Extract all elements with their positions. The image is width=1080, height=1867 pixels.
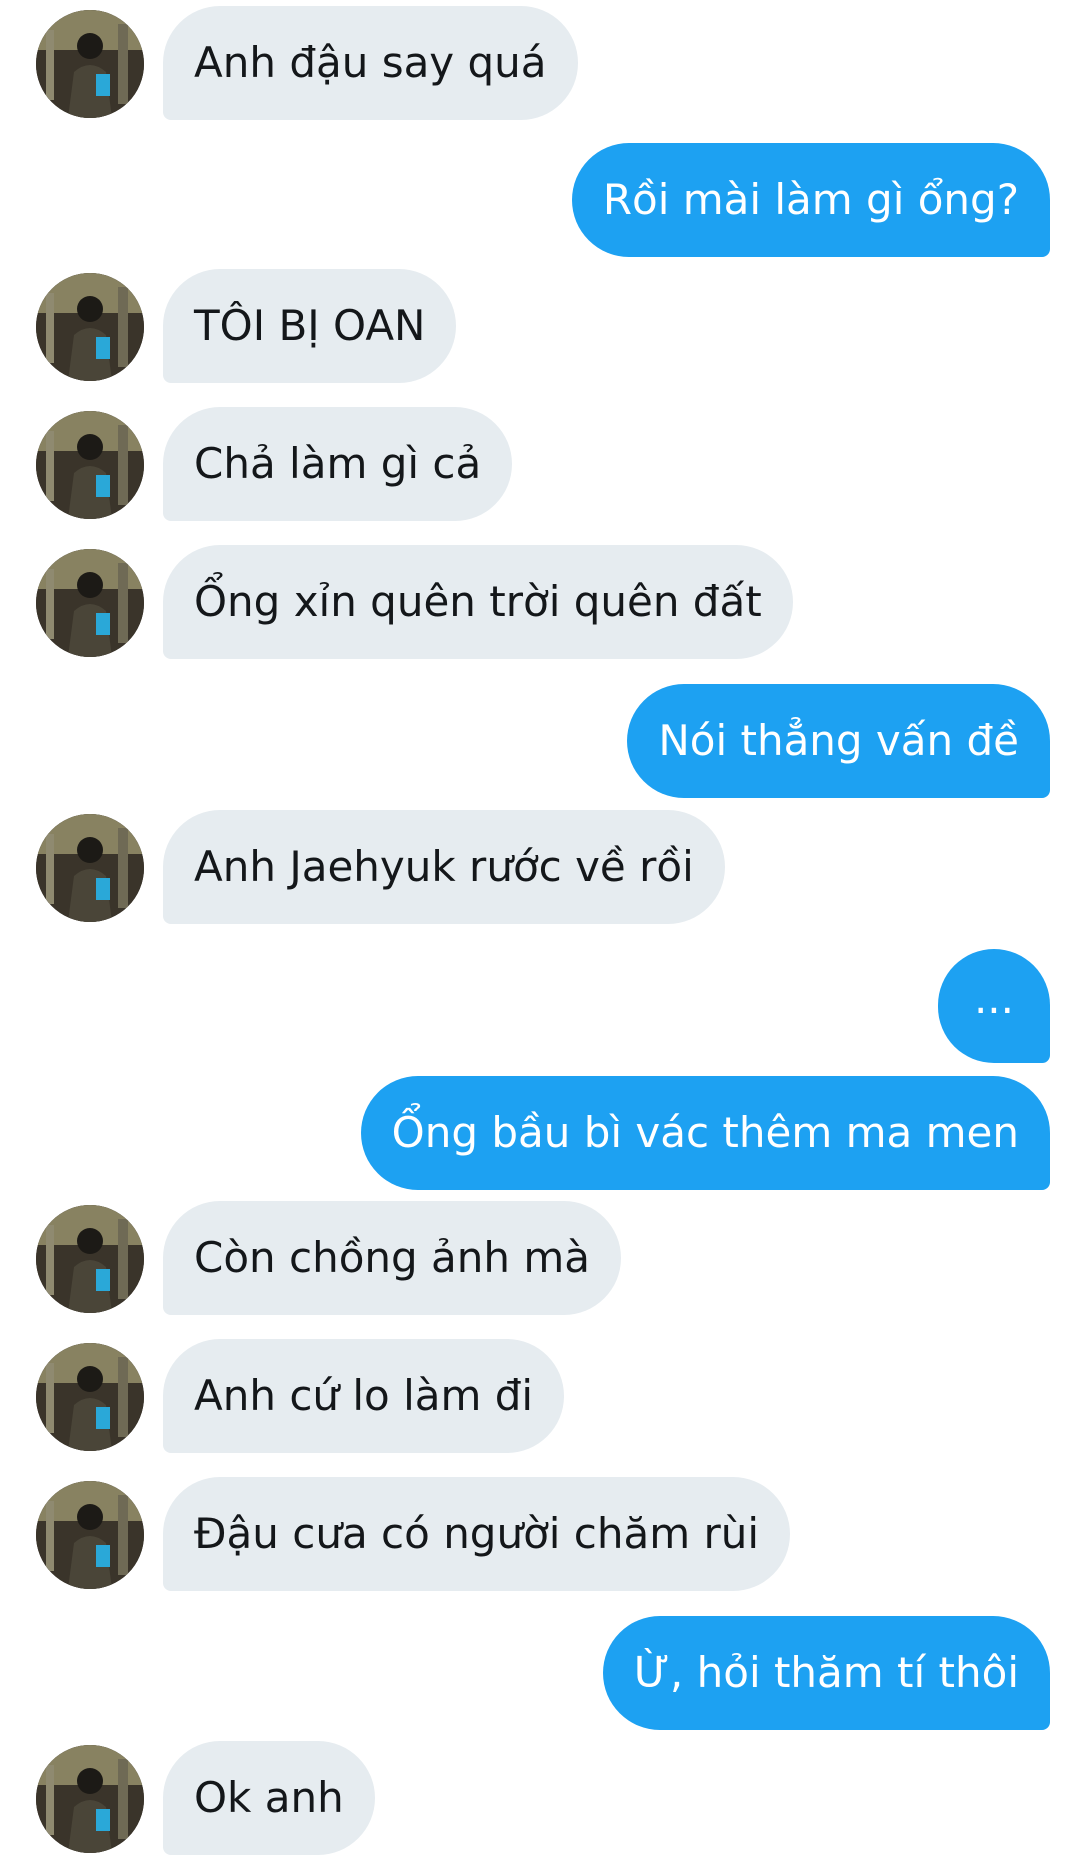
message-bubble[interactable]: Anh cứ lo làm đi [163, 1339, 565, 1453]
contact-avatar[interactable] [36, 10, 144, 118]
message-bubble[interactable]: Chả làm gì cả [163, 407, 513, 521]
message-bubble[interactable]: Anh đậu say quá [163, 6, 578, 120]
message-bubble[interactable]: Đậu cưa có người chăm rùi [163, 1477, 791, 1591]
message-bubble[interactable]: TÔI BỊ OAN [163, 269, 457, 383]
avatar-photo-icon [36, 411, 144, 519]
avatar-photo-icon [36, 549, 144, 657]
message-bubble[interactable]: Ừ, hỏi thăm tí thôi [602, 1616, 1050, 1730]
avatar-photo-icon [36, 273, 144, 381]
message-thread: Anh đậu say quá Rồi mài làm gì ổng? TÔI … [0, 0, 1080, 1867]
contact-avatar[interactable] [36, 1745, 144, 1853]
contact-avatar[interactable] [36, 1205, 144, 1313]
contact-avatar[interactable] [36, 411, 144, 519]
message-bubble[interactable]: Ổng bầu bì vác thêm ma men [360, 1076, 1050, 1190]
avatar-photo-icon [36, 1343, 144, 1451]
avatar-photo-icon [36, 1481, 144, 1589]
avatar-photo-icon [36, 1745, 144, 1853]
message-bubble[interactable]: Còn chồng ảnh mà [163, 1201, 622, 1315]
avatar-photo-icon [36, 814, 144, 922]
message-bubble[interactable]: ... [937, 949, 1050, 1063]
contact-avatar[interactable] [36, 273, 144, 381]
message-bubble[interactable]: Anh Jaehyuk rước về rồi [163, 810, 725, 924]
message-bubble[interactable]: Nói thẳng vấn đề [627, 684, 1050, 798]
contact-avatar[interactable] [36, 1343, 144, 1451]
avatar-photo-icon [36, 10, 144, 118]
contact-avatar[interactable] [36, 549, 144, 657]
message-bubble[interactable]: Rồi mài làm gì ổng? [571, 143, 1050, 257]
message-bubble[interactable]: Ổng xỉn quên trời quên đất [163, 545, 793, 659]
message-bubble[interactable]: Ok anh [163, 1741, 375, 1855]
contact-avatar[interactable] [36, 1481, 144, 1589]
avatar-photo-icon [36, 1205, 144, 1313]
contact-avatar[interactable] [36, 814, 144, 922]
